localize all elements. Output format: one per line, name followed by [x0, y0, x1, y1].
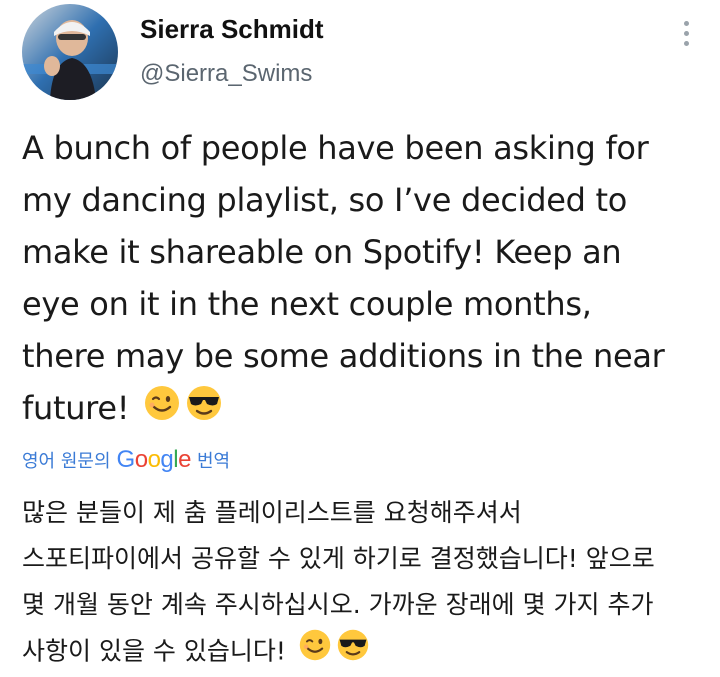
winking-face-icon [143, 384, 181, 437]
translated-line: 몇 개월 동안 계속 주시하십시오. 가까운 장래에 몇 가지 추가 [22, 590, 654, 619]
translated-line: 많은 분들이 제 춤 플레이리스트를 요청해주셔서 [22, 498, 522, 527]
translation-source-label: 영어 원문의 [22, 451, 111, 472]
tweet-line: make it shareable on Spotify! Keep an [22, 233, 622, 271]
tweet-line: my dancing playlist, so I’ve decided to [22, 181, 628, 219]
author-name[interactable]: Sierra Schmidt [140, 14, 324, 45]
tweet-text: A bunch of people have been asking for m… [22, 122, 702, 437]
more-options-icon[interactable] [676, 18, 696, 48]
translated-line: 스포티파이에서 공유할 수 있게 하기로 결정했습니다! 앞으로 [22, 544, 655, 573]
avatar[interactable] [22, 4, 118, 100]
translated-line-last: 사항이 있을 수 있습니다! [22, 628, 712, 677]
translate-action-label[interactable]: 번역 [197, 447, 230, 473]
tweet-card: Sierra Schmidt @Sierra_Swims A bunch of … [0, 0, 720, 677]
author-handle[interactable]: @Sierra_Swims [140, 60, 312, 88]
tweet-line: there may be some additions in the near [22, 337, 665, 375]
tweet-line-text: future! [22, 389, 130, 427]
smiling-face-with-sunglasses-icon [185, 384, 223, 437]
winking-face-icon [298, 628, 332, 677]
tweet-line-last: future! [22, 382, 702, 437]
smiling-face-with-sunglasses-icon [336, 628, 370, 677]
translated-text: 많은 분들이 제 춤 플레이리스트를 요청해주셔서 스포티파이에서 공유할 수 … [22, 490, 712, 677]
tweet-line: A bunch of people have been asking for [22, 129, 649, 167]
translated-line-text: 사항이 있을 수 있습니다! [22, 636, 286, 666]
tweet-line: eye on it in the next couple months, [22, 285, 592, 323]
translate-bar[interactable]: 영어 원문의 Google 번역 [22, 446, 230, 474]
google-logo: Google [116, 446, 192, 473]
